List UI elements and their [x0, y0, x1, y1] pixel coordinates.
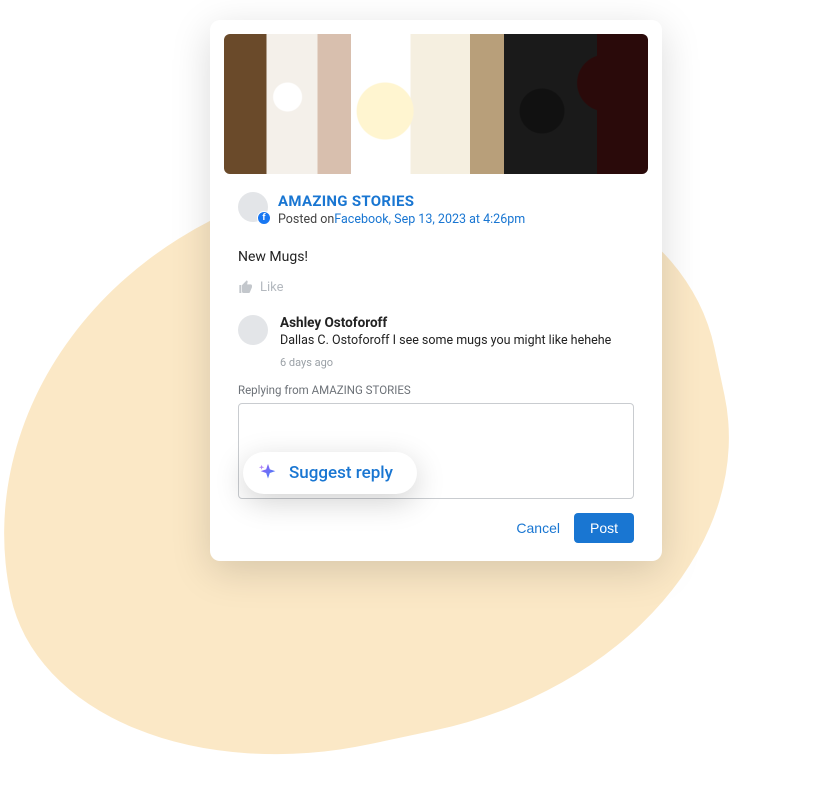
post-button[interactable]: Post: [574, 513, 634, 543]
posted-on-link[interactable]: Facebook, Sep 13, 2023 at 4:26pm: [334, 212, 525, 227]
post-hero-image: [224, 34, 648, 174]
page-avatar: f: [238, 192, 268, 222]
facebook-badge-icon: f: [257, 211, 271, 225]
posted-on-line: Posted onFacebook, Sep 13, 2023 at 4:26p…: [278, 212, 525, 227]
comment-author[interactable]: Ashley Ostoforoff: [280, 315, 634, 331]
posted-on-prefix: Posted on: [278, 212, 334, 227]
comment-row: Ashley Ostoforoff Dallas C. Ostoforoff I…: [210, 307, 662, 350]
suggest-reply-label: Suggest reply: [289, 463, 393, 483]
page-name[interactable]: AMAZING STORIES: [278, 192, 525, 210]
reply-actions: Cancel Post: [210, 499, 662, 543]
like-label: Like: [260, 280, 284, 295]
commenter-avatar: [238, 315, 268, 345]
thumbs-up-icon: [238, 279, 254, 295]
post-header: f AMAZING STORIES Posted onFacebook, Sep…: [210, 174, 662, 227]
suggest-reply-button[interactable]: Suggest reply: [243, 452, 417, 494]
reply-from-label: Replying from AMAZING STORIES: [210, 379, 662, 401]
cancel-button[interactable]: Cancel: [516, 520, 560, 536]
like-row[interactable]: Like: [210, 273, 662, 307]
post-body-text: New Mugs!: [210, 227, 662, 273]
comment-timestamp: 6 days ago: [210, 350, 662, 379]
reply-from-page: AMAZING STORIES: [312, 383, 411, 397]
comment-text: Dallas C. Ostoforoff I see some mugs you…: [280, 333, 634, 348]
reply-from-prefix: Replying from: [238, 383, 309, 397]
sparkle-icon: [257, 462, 279, 484]
